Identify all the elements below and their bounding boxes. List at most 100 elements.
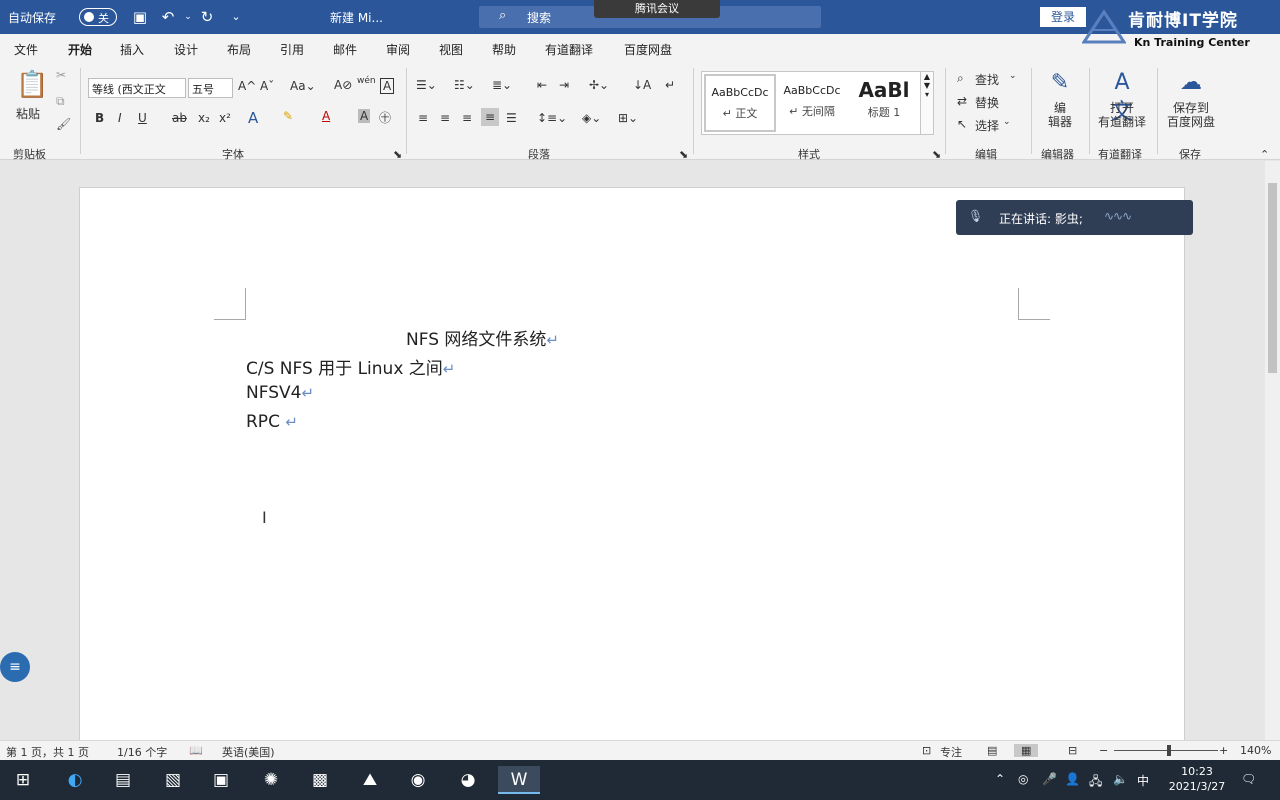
style-heading-1[interactable]: AaBl 标题 1 [848,74,920,132]
styles-gallery-scroll[interactable]: ▲ ▼ ▾ [920,71,934,135]
sort-icon[interactable]: ↓A [633,78,651,92]
network-icon[interactable]: 🖧 [1089,772,1102,793]
multilevel-list-icon[interactable]: ≣⌄ [492,78,512,92]
tab-mailings[interactable]: 邮件 [333,41,357,58]
numbering-icon[interactable]: ☷⌄ [454,78,475,92]
paste-button[interactable]: 粘贴 [16,105,40,122]
tencent-meeting-icon[interactable]: ⛰ [353,766,387,794]
line-spacing-icon[interactable]: ↕≡⌄ [537,111,567,125]
document-title[interactable]: 新建 Mi... [330,9,383,26]
editor-button[interactable]: ✎ 编 辑器 [1040,68,1080,129]
decrease-indent-icon[interactable]: ⇤ [537,78,547,92]
tab-insert[interactable]: 插入 [120,41,144,58]
proofing-icon[interactable]: 📖 [189,744,203,757]
focus-mode-button[interactable]: 专注 [940,744,962,760]
zoom-in-button[interactable]: + [1219,744,1228,757]
vertical-scrollbar[interactable] [1265,161,1280,740]
font-dialog-launcher-icon[interactable]: ⬊ [393,148,402,161]
volume-icon[interactable]: 🔈 [1113,772,1128,786]
user-tray-icon[interactable]: 👤 [1065,772,1080,786]
borders-icon[interactable]: ⊞⌄ [618,111,638,125]
subscript-icon[interactable]: x₂ [198,111,210,125]
paste-icon[interactable]: 📋 [16,70,48,100]
tab-baidu[interactable]: 百度网盘 [624,41,672,58]
tab-youdao[interactable]: 有道翻译 [545,41,593,58]
meeting-badge[interactable]: 腾讯会议 [594,0,720,18]
clear-format-icon[interactable]: A⊘ [334,78,352,92]
align-left-icon[interactable]: ≡ [418,111,428,125]
read-mode-icon[interactable]: ▤ [987,744,997,757]
zoom-out-button[interactable]: − [1099,744,1108,757]
obs-tray-icon[interactable]: ◎ [1018,772,1028,786]
store-icon[interactable]: ▤ [106,766,140,794]
zoom-slider[interactable] [1114,750,1218,751]
font-name-combo[interactable]: 等线 (西文正文 [88,78,186,98]
vm-app-icon[interactable]: ▩ [303,766,337,794]
save-icon[interactable]: ▣ [130,7,150,27]
tab-home[interactable]: 开始 [68,41,93,65]
underline-icon[interactable]: U [138,111,147,125]
align-right-icon[interactable]: ≡ [462,111,472,125]
tab-help[interactable]: 帮助 [492,41,516,58]
grow-font-icon[interactable]: A^ [238,79,256,93]
select-button[interactable]: 选择 [975,117,999,134]
asian-layout-icon[interactable]: ✢⌄ [589,78,609,92]
strikethrough-icon[interactable]: ab [172,111,187,125]
save-to-baidu-button[interactable]: ☁ 保存到 百度网盘 [1163,68,1219,129]
font-color-icon[interactable]: A [322,109,330,123]
undo-icon[interactable]: ↶ [158,7,178,27]
style-normal[interactable]: AaBbCcDc ↵ 正文 [704,74,776,132]
language-indicator[interactable]: 英语(美国) [222,744,275,760]
bullets-icon[interactable]: ☰⌄ [416,78,437,92]
autosave-toggle[interactable]: 关 [79,8,117,26]
start-windows-icon[interactable]: ⊞ [6,766,40,794]
char-shading-icon[interactable]: A [358,109,371,123]
customize-toolbar-icon[interactable]: ⌄ [226,7,246,27]
italic-icon[interactable]: I [118,111,122,125]
justify-icon[interactable]: ≡ [481,108,500,126]
replace-button[interactable]: 替换 [975,94,999,111]
tab-layout[interactable]: 布局 [227,41,251,58]
change-case-icon[interactable]: Aa⌄ [290,79,316,93]
tab-references[interactable]: 引用 [280,41,304,58]
photos-app-icon[interactable]: ▧ [156,766,190,794]
select-dropdown-icon[interactable]: ⌄ [1003,117,1011,127]
tab-view[interactable]: 视图 [439,41,463,58]
settings-app-icon[interactable]: ✺ [254,766,288,794]
notifications-icon[interactable]: 🗨 [1241,772,1256,786]
zoom-slider-thumb[interactable] [1167,745,1171,756]
web-layout-icon[interactable]: ⊟ [1068,744,1077,757]
show-hidden-icons-icon[interactable]: ⌃ [995,772,1005,786]
format-painter-icon[interactable]: 🖌 [56,117,71,131]
align-center-icon[interactable]: ≡ [440,111,450,125]
shrink-font-icon[interactable]: Aˇ [260,79,274,93]
find-dropdown-icon[interactable]: ⌄ [1009,71,1017,81]
phonetic-guide-icon[interactable]: wén [357,76,376,86]
page-count[interactable]: 第 1 页，共 1 页 [6,744,89,760]
qq-icon[interactable]: ◕ [451,766,485,794]
copy-icon[interactable]: ⧉ [56,94,65,109]
floating-menu-icon[interactable]: ≡ [0,652,30,682]
shading-icon[interactable]: ◈⌄ [582,111,601,125]
style-no-spacing[interactable]: AaBbCcDc ↵ 无间隔 [776,74,848,132]
open-youdao-button[interactable]: A文 打开 有道翻译 [1094,68,1150,129]
increase-indent-icon[interactable]: ⇥ [559,78,569,92]
ime-indicator[interactable]: 中 [1137,772,1149,789]
bold-icon[interactable]: B [95,111,104,125]
font-size-combo[interactable]: 五号 [188,78,233,98]
microphone-tray-icon[interactable]: 🎤 [1042,772,1057,786]
cut-icon[interactable]: ✂ [56,68,66,82]
tab-design[interactable]: 设计 [174,41,198,58]
redo-icon[interactable]: ↻ [197,7,217,27]
text-effects-icon[interactable]: A [248,109,258,127]
word-count[interactable]: 1/16 个字 [117,744,167,760]
find-button[interactable]: 查找 [975,71,999,88]
login-button[interactable]: 登录 [1040,7,1086,27]
tab-file[interactable]: 文件 [14,41,38,58]
document-line[interactable]: C/S NFS 用于 Linux 之间↵ [246,354,455,379]
paragraph-dialog-launcher-icon[interactable]: ⬊ [679,148,688,161]
edge-browser-icon[interactable]: ◐ [58,766,92,794]
char-border-icon[interactable]: A [380,78,395,94]
document-line[interactable]: NFSV4↵ [246,383,314,403]
clock[interactable]: 10:23 2021/3/27 [1166,764,1228,794]
